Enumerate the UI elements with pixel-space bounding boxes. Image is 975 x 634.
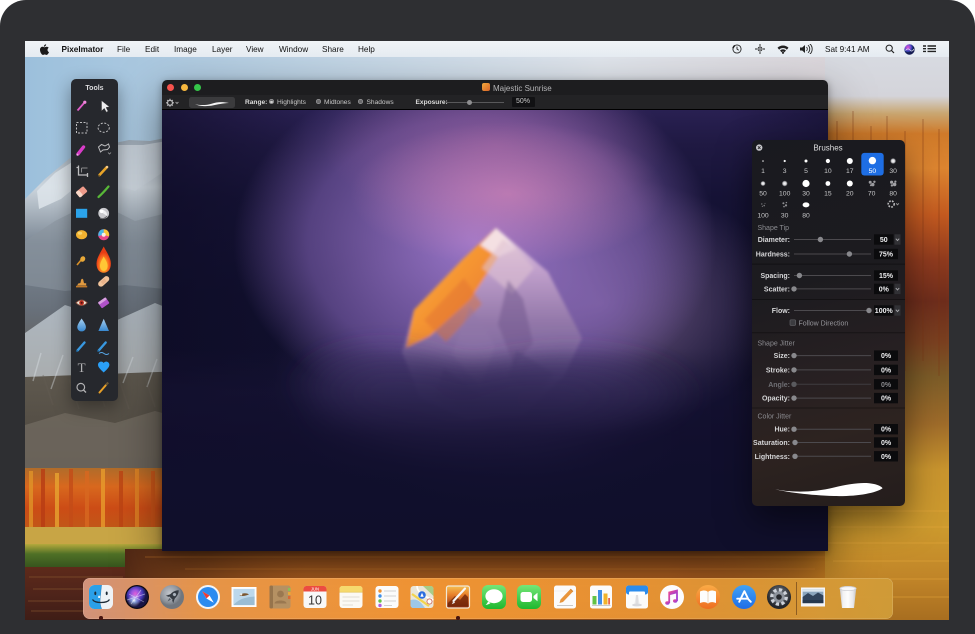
svg-text:100%: 100% [874,308,893,315]
svg-text:75%: 75% [878,251,893,258]
svg-text:Shape Jitter: Shape Jitter [757,340,795,347]
svg-text:0%: 0% [880,453,891,460]
svg-text:0%: 0% [880,353,891,360]
svg-text:Lightness:: Lightness: [754,453,789,460]
svg-text:100: 100 [779,190,791,197]
svg-text:T: T [77,360,85,375]
svg-text:17: 17 [846,168,854,175]
svg-text:80: 80 [889,190,897,197]
svg-text:20: 20 [846,190,854,197]
svg-text:0%: 0% [880,395,891,402]
svg-text:50: 50 [759,190,767,197]
svg-text:70: 70 [867,190,875,197]
svg-text:Spacing:: Spacing: [760,273,790,280]
svg-text:0%: 0% [880,426,891,433]
svg-text:0%: 0% [878,286,889,293]
svg-text:Diameter:: Diameter: [757,237,789,244]
svg-text:50: 50 [879,237,887,244]
svg-text:80: 80 [802,212,810,219]
svg-text:30: 30 [802,190,810,197]
svg-text:Tools: Tools [85,85,103,92]
svg-text:Shape Tip: Shape Tip [757,225,789,232]
svg-text:Size:: Size: [773,353,789,360]
svg-text:5: 5 [804,168,808,175]
svg-text:Scatter:: Scatter: [763,286,789,293]
svg-text:50: 50 [868,168,876,175]
svg-text:Saturation:: Saturation: [753,440,790,447]
svg-text:Hue:: Hue: [774,426,790,433]
svg-text:Hardness:: Hardness: [755,251,789,258]
svg-text:0%: 0% [880,440,891,447]
svg-text:10: 10 [308,594,322,608]
svg-text:Flow:: Flow: [771,308,789,315]
svg-text:1: 1 [761,168,765,175]
svg-text:Opacity:: Opacity: [761,395,789,402]
svg-text:Stroke:: Stroke: [765,367,789,374]
svg-text:JUN: JUN [311,587,319,592]
svg-text:30: 30 [889,168,897,175]
svg-text:Brushes: Brushes [813,143,842,152]
svg-text:Color Jitter: Color Jitter [757,413,792,420]
svg-text:15%: 15% [878,273,893,280]
svg-text:0%: 0% [880,381,891,388]
svg-text:Angle:: Angle: [768,381,790,388]
svg-text:30: 30 [780,212,788,219]
svg-text:Follow Direction: Follow Direction [798,320,848,327]
svg-text:100: 100 [757,212,769,219]
svg-text:3: 3 [782,168,786,175]
svg-text:10: 10 [824,168,832,175]
svg-text:0%: 0% [880,367,891,374]
svg-text:15: 15 [824,190,832,197]
